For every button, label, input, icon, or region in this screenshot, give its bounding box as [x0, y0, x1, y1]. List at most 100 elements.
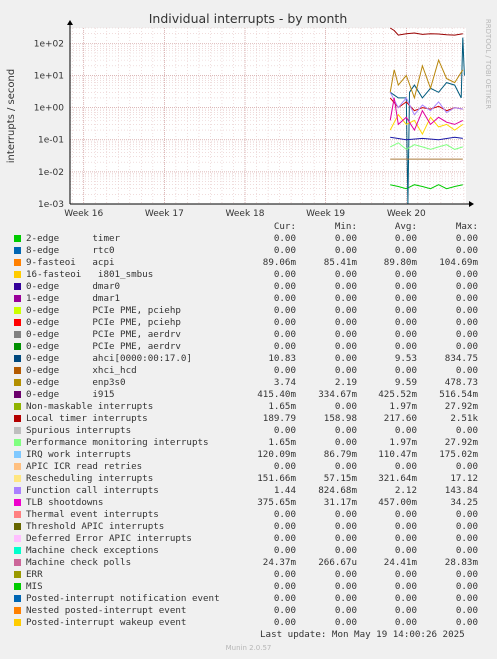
- legend-row: ERR 0.00 0.00 0.00 0.00: [14, 569, 484, 581]
- legend-max-value: 2.51k: [450, 413, 478, 424]
- legend-row: 0-edge dmar0 0.00 0.00 0.00 0.00: [14, 281, 484, 293]
- legend-row: Spurious interrupts 0.00 0.00 0.00 0.00: [14, 425, 484, 437]
- y-tick-label: 1e+00: [34, 104, 65, 114]
- legend-label: 0-edge enp3s0: [26, 377, 126, 388]
- legend-row: 2-edge timer 0.00 0.00 0.00 0.00: [14, 233, 484, 245]
- legend-label: 8-edge rtc0: [26, 245, 115, 256]
- legend-rows: 2-edge timer 0.00 0.00 0.00 0.00 8-edge rtc0 0…: [14, 233, 484, 629]
- legend-cur-value: 0.00: [273, 233, 296, 244]
- legend-max-value: 0.00: [455, 341, 478, 352]
- legend-cur-value: 0.00: [273, 281, 296, 292]
- legend-row: 1-edge dmar1 0.00 0.00 0.00 0.00: [14, 293, 484, 305]
- legend-max-value: 478.73: [444, 377, 478, 388]
- legend-label: 16-fasteoi i801_smbus: [26, 269, 154, 280]
- legend-max-value: 0.00: [455, 545, 478, 556]
- legend-row: 0-edge PCIe PME, pciehp 0.00 0.00 0.00 0.00: [14, 317, 484, 329]
- legend-swatch: [14, 595, 21, 602]
- legend-avg-value: 0.00: [394, 545, 417, 556]
- legend-avg-value: 0.00: [394, 317, 417, 328]
- legend-max-value: 0.00: [455, 365, 478, 376]
- chart-title: Individual interrupts - by month: [149, 11, 348, 26]
- legend-header-cur: Cur:: [273, 221, 296, 232]
- legend-swatch: [14, 259, 21, 266]
- munin-version: Munin 2.0.57: [225, 644, 272, 652]
- legend-swatch: [14, 307, 21, 314]
- legend-cur-value: 89.06m: [262, 257, 296, 268]
- legend-avg-value: 2.12: [394, 485, 417, 496]
- legend-avg-value: 0.00: [394, 329, 417, 340]
- legend-cur-value: 0.00: [273, 605, 296, 616]
- legend-label: ERR: [26, 569, 43, 580]
- legend-avg-value: 1.97m: [389, 401, 417, 412]
- legend-swatch: [14, 295, 21, 302]
- legend-swatch: [14, 559, 21, 566]
- legend-max-value: 175.02m: [439, 449, 478, 460]
- legend-row: Posted-interrupt notification event 0.00 0…: [14, 593, 484, 605]
- legend-max-value: 0.00: [455, 533, 478, 544]
- y-axis-arrow: [67, 20, 73, 25]
- legend-max-value: 34.25: [450, 497, 478, 508]
- legend-label: 0-edge ahci[0000:00:17.0]: [26, 353, 192, 364]
- legend-cur-value: 0.00: [273, 245, 296, 256]
- legend-swatch: [14, 523, 21, 530]
- legend: Cur: Min: Avg: Max: 2-edge timer 0.00 0.00…: [14, 221, 484, 629]
- legend-swatch: [14, 403, 21, 410]
- legend-cur-value: 0.00: [273, 545, 296, 556]
- legend-swatch: [14, 391, 21, 398]
- legend-label: 0-edge xhci_hcd: [26, 365, 137, 376]
- legend-avg-value: 0.00: [394, 461, 417, 472]
- legend-row: IRQ work interrupts 120.09m 86.79m 110.47m 1…: [14, 449, 484, 461]
- y-tick-label: 1e-03: [38, 200, 64, 210]
- legend-max-value: 834.75: [444, 353, 478, 364]
- legend-label: Rescheduling interrupts: [26, 473, 154, 484]
- legend-swatch: [14, 415, 21, 422]
- legend-swatch: [14, 319, 21, 326]
- legend-avg-value: 0.00: [394, 269, 417, 280]
- legend-label: Thermal event interrupts: [26, 509, 159, 520]
- legend-max-value: 0.00: [455, 425, 478, 436]
- legend-max-value: 27.92m: [444, 437, 478, 448]
- legend-max-value: 0.00: [455, 245, 478, 256]
- legend-row: 0-edge PCIe PME, pciehp 0.00 0.00 0.00 0.00: [14, 305, 484, 317]
- legend-max-value: 0.00: [455, 617, 478, 628]
- legend-max-value: 0.00: [455, 593, 478, 604]
- legend-label: MIS: [26, 581, 43, 592]
- legend-max-value: 0.00: [455, 233, 478, 244]
- legend-avg-value: 425.52m: [378, 389, 417, 400]
- legend-avg-value: 0.00: [394, 605, 417, 616]
- legend-swatch: [14, 271, 21, 278]
- legend-swatch: [14, 283, 21, 290]
- legend-row: Non-maskable interrupts 1.65m 0.00 1.97m 27.…: [14, 401, 484, 413]
- legend-swatch: [14, 619, 21, 626]
- legend-label: Posted-interrupt wakeup event: [26, 617, 187, 628]
- legend-label: Machine check exceptions: [26, 545, 159, 556]
- legend-swatch: [14, 511, 21, 518]
- legend-avg-value: 0.00: [394, 425, 417, 436]
- legend-max-value: 0.00: [455, 317, 478, 328]
- legend-max-value: 0.00: [455, 305, 478, 316]
- legend-label: Non-maskable interrupts: [26, 401, 154, 412]
- legend-row: 0-edge PCIe PME, aerdrv 0.00 0.00 0.00 0.00: [14, 341, 484, 353]
- legend-cur-value: 0.00: [273, 425, 296, 436]
- legend-row: Rescheduling interrupts 151.66m 57.15m 321.…: [14, 473, 484, 485]
- legend-row: 0-edge enp3s0 3.74 2.19 9.59 478.73: [14, 377, 484, 389]
- legend-label: 0-edge i915: [26, 389, 115, 400]
- legend-row: APIC ICR read retries 0.00 0.00 0.00 0.00: [14, 461, 484, 473]
- legend-swatch: [14, 463, 21, 470]
- legend-header: Cur: Min: Avg: Max:: [14, 221, 484, 233]
- legend-max-value: 0.00: [455, 293, 478, 304]
- legend-avg-value: 0.00: [394, 593, 417, 604]
- legend-avg-value: 321.64m: [378, 473, 417, 484]
- legend-cur-value: 415.40m: [257, 389, 296, 400]
- legend-avg-value: 0.00: [394, 293, 417, 304]
- legend-label: Threshold APIC interrupts: [26, 521, 165, 532]
- legend-max-value: 0.00: [455, 605, 478, 616]
- legend-row: 0-edge ahci[0000:00:17.0] 10.83 0.00 9.53 83…: [14, 353, 484, 365]
- legend-swatch: [14, 355, 21, 362]
- legend-swatch: [14, 583, 21, 590]
- legend-label: 0-edge PCIe PME, pciehp: [26, 305, 181, 316]
- legend-cur-value: 3.74: [273, 377, 296, 388]
- legend-max-value: 0.00: [455, 509, 478, 520]
- legend-cur-value: 375.65m: [257, 497, 296, 508]
- legend-cur-value: 24.37m: [262, 557, 296, 568]
